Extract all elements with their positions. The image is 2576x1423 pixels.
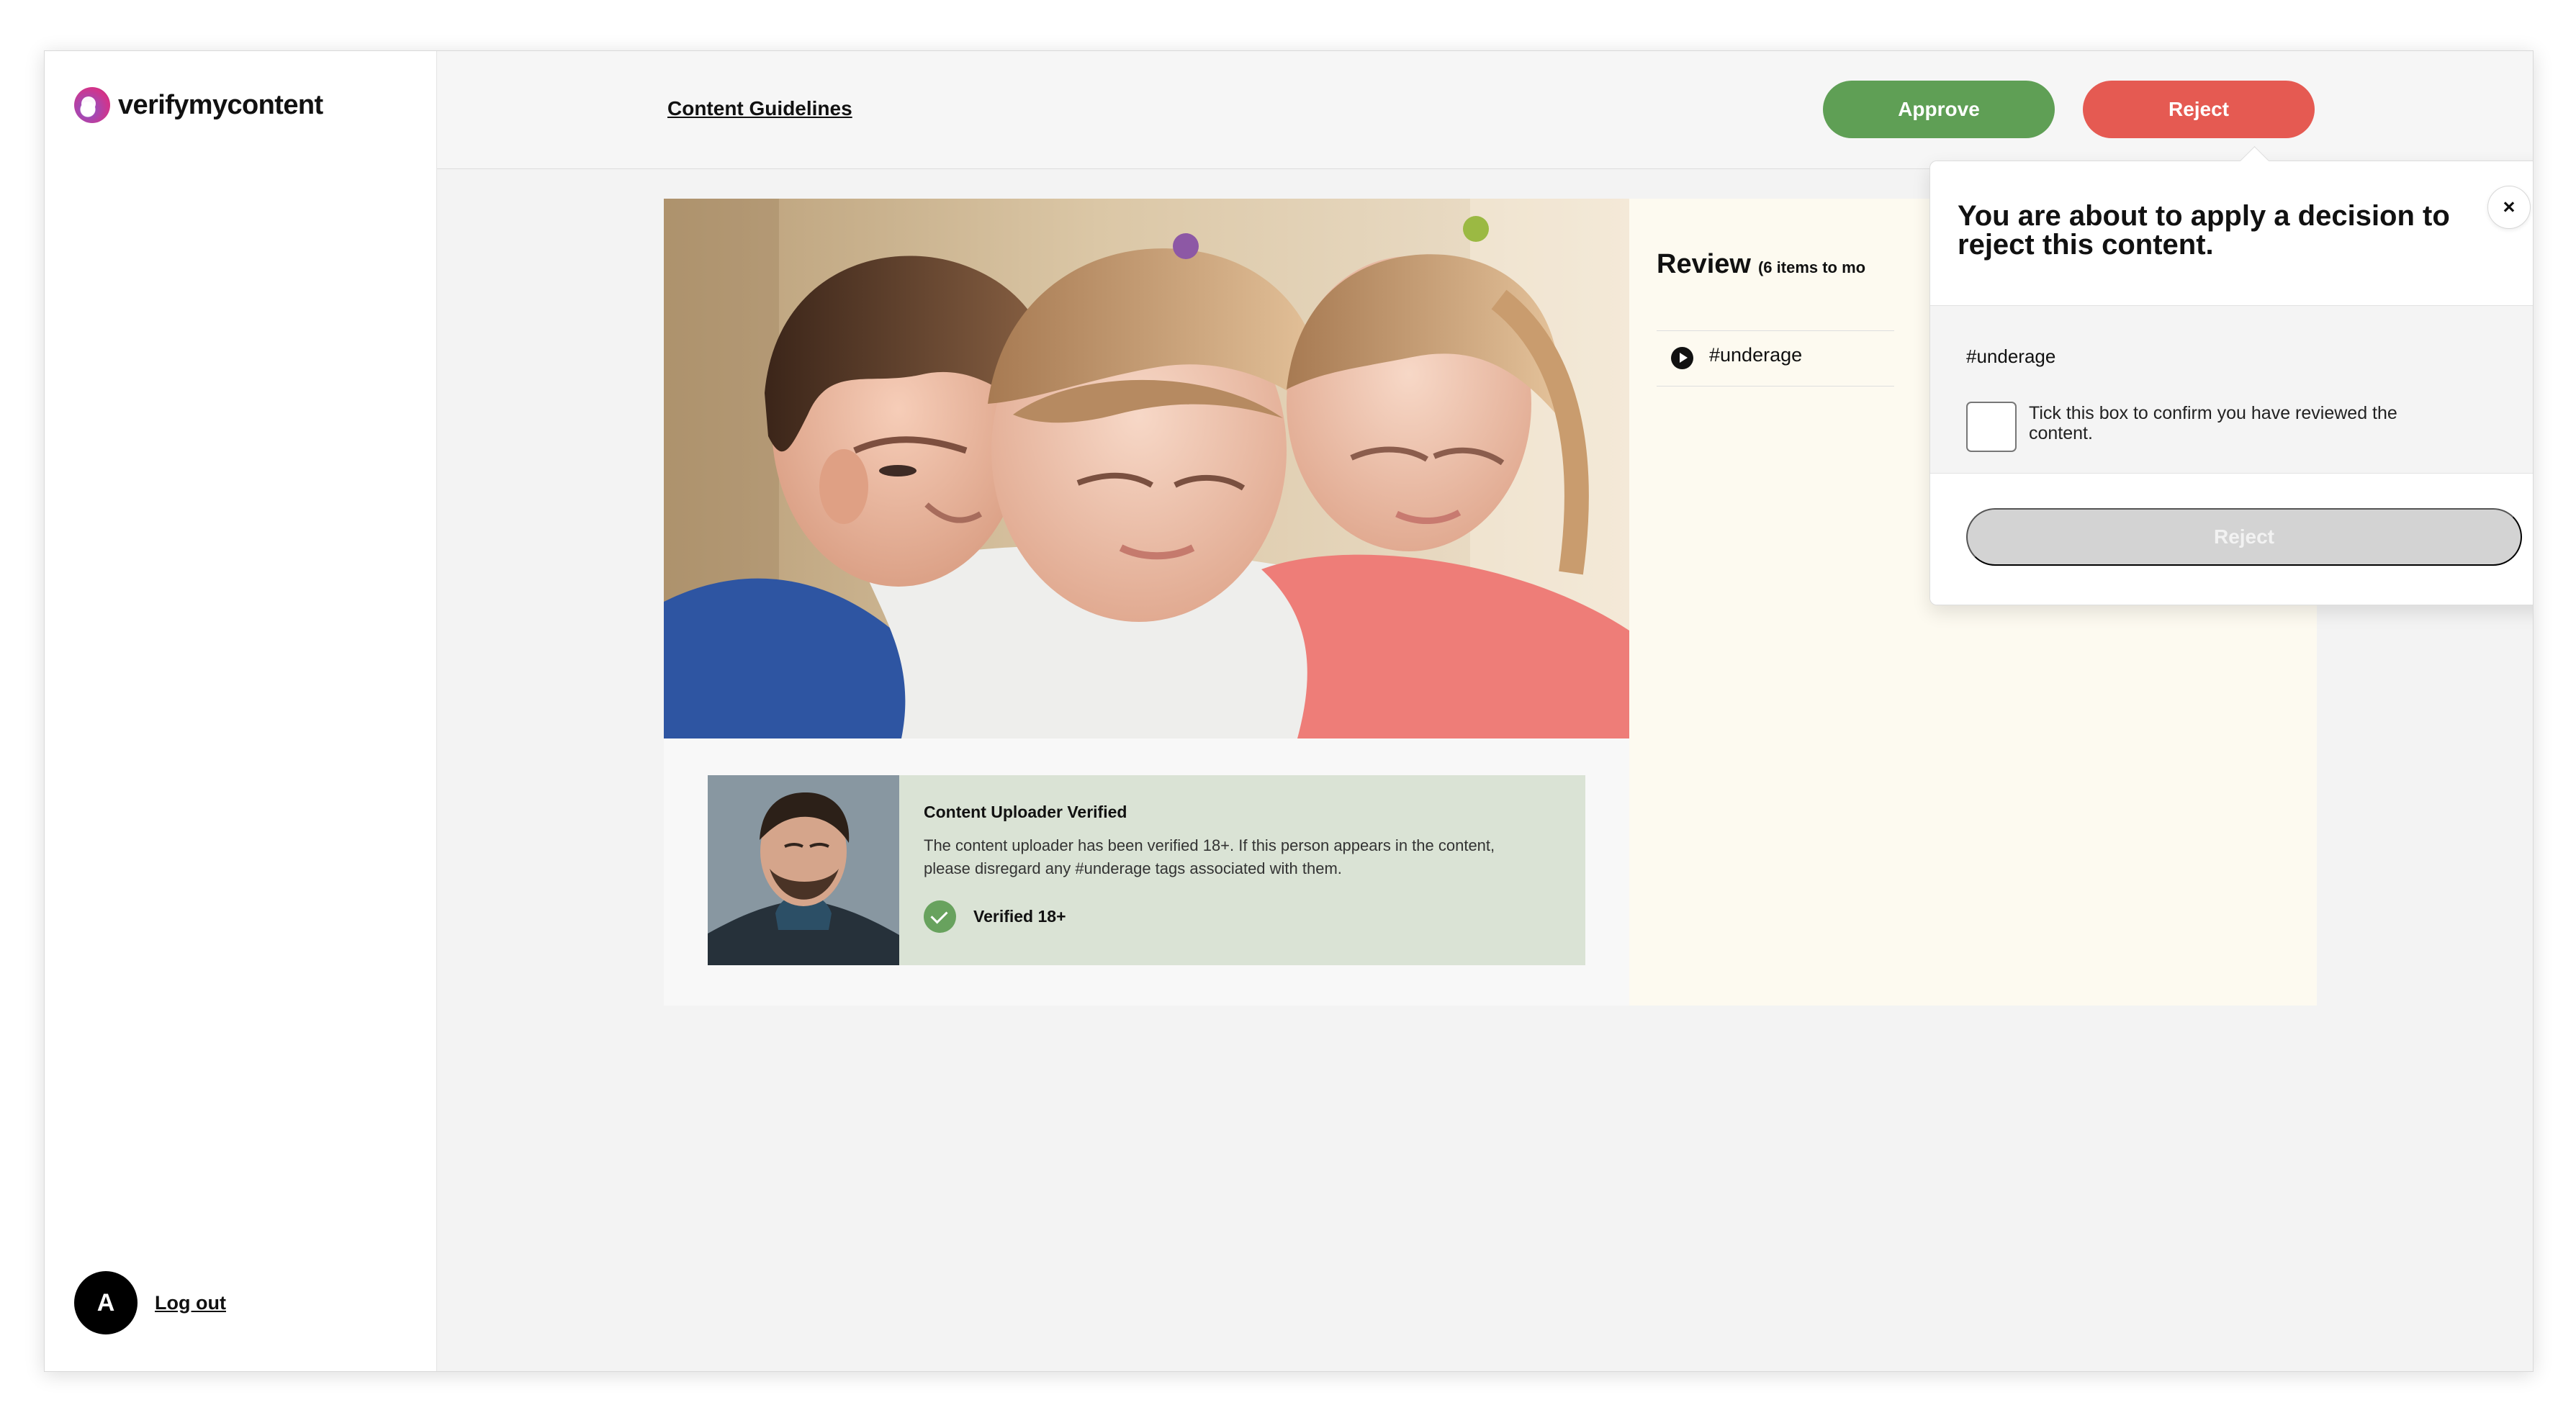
verification-description: The content uploader has been verified 1… — [924, 836, 1495, 877]
app-window: verifymycontent A Log out Content Guidel… — [44, 50, 2534, 1372]
content-image — [664, 199, 1629, 738]
uploader-portrait-image — [708, 775, 899, 965]
popover-footer: Reject — [1930, 474, 2533, 605]
uploader-photo — [708, 775, 899, 965]
children-reading-image — [664, 199, 1629, 738]
popover-title: You are about to apply a decision to rej… — [1958, 200, 2450, 261]
verified-status: Verified 18+ — [924, 900, 1066, 933]
user-avatar[interactable]: A — [74, 1271, 138, 1334]
content-guidelines-link[interactable]: Content Guidelines — [667, 97, 852, 120]
approve-button[interactable]: Approve — [1823, 81, 2055, 138]
confirm-reject-button[interactable]: Reject — [1966, 508, 2522, 566]
review-count: (6 items to mo — [1757, 258, 1866, 276]
sidebar: verifymycontent A Log out — [45, 51, 437, 1371]
reject-decision-popover: You are about to apply a decision to rej… — [1929, 161, 2533, 605]
review-heading: Review (6 items to mo — [1657, 249, 1865, 280]
brand-logo: verifymycontent — [74, 87, 323, 123]
logout-link[interactable]: Log out — [155, 1292, 226, 1314]
popover-header: You are about to apply a decision to rej… — [1930, 161, 2533, 306]
brand-ring-icon — [74, 87, 110, 123]
brand-name: verifymycontent — [118, 89, 323, 120]
review-title: Review — [1657, 249, 1751, 279]
reject-button[interactable]: Reject — [2083, 81, 2315, 138]
popover-body: #underage Tick this box to confirm you h… — [1930, 306, 2533, 474]
top-toolbar: Content Guidelines Approve Reject — [437, 51, 2533, 169]
review-confirmation-checkbox[interactable] — [1966, 402, 2017, 452]
verification-title: Content Uploader Verified — [924, 803, 1127, 821]
play-icon — [1671, 347, 1693, 369]
uploader-verification-box: Content Uploader Verified The content up… — [708, 775, 1585, 965]
review-tag: #underage — [1709, 344, 1803, 366]
review-item[interactable]: #underage — [1657, 330, 1894, 387]
popover-tag: #underage — [1966, 345, 2056, 367]
close-icon[interactable]: × — [2487, 186, 2531, 229]
verified-label: Verified 18+ — [973, 907, 1066, 926]
review-confirmation-label: Tick this box to confirm you have review… — [2029, 403, 2397, 443]
check-circle-icon — [924, 900, 956, 933]
